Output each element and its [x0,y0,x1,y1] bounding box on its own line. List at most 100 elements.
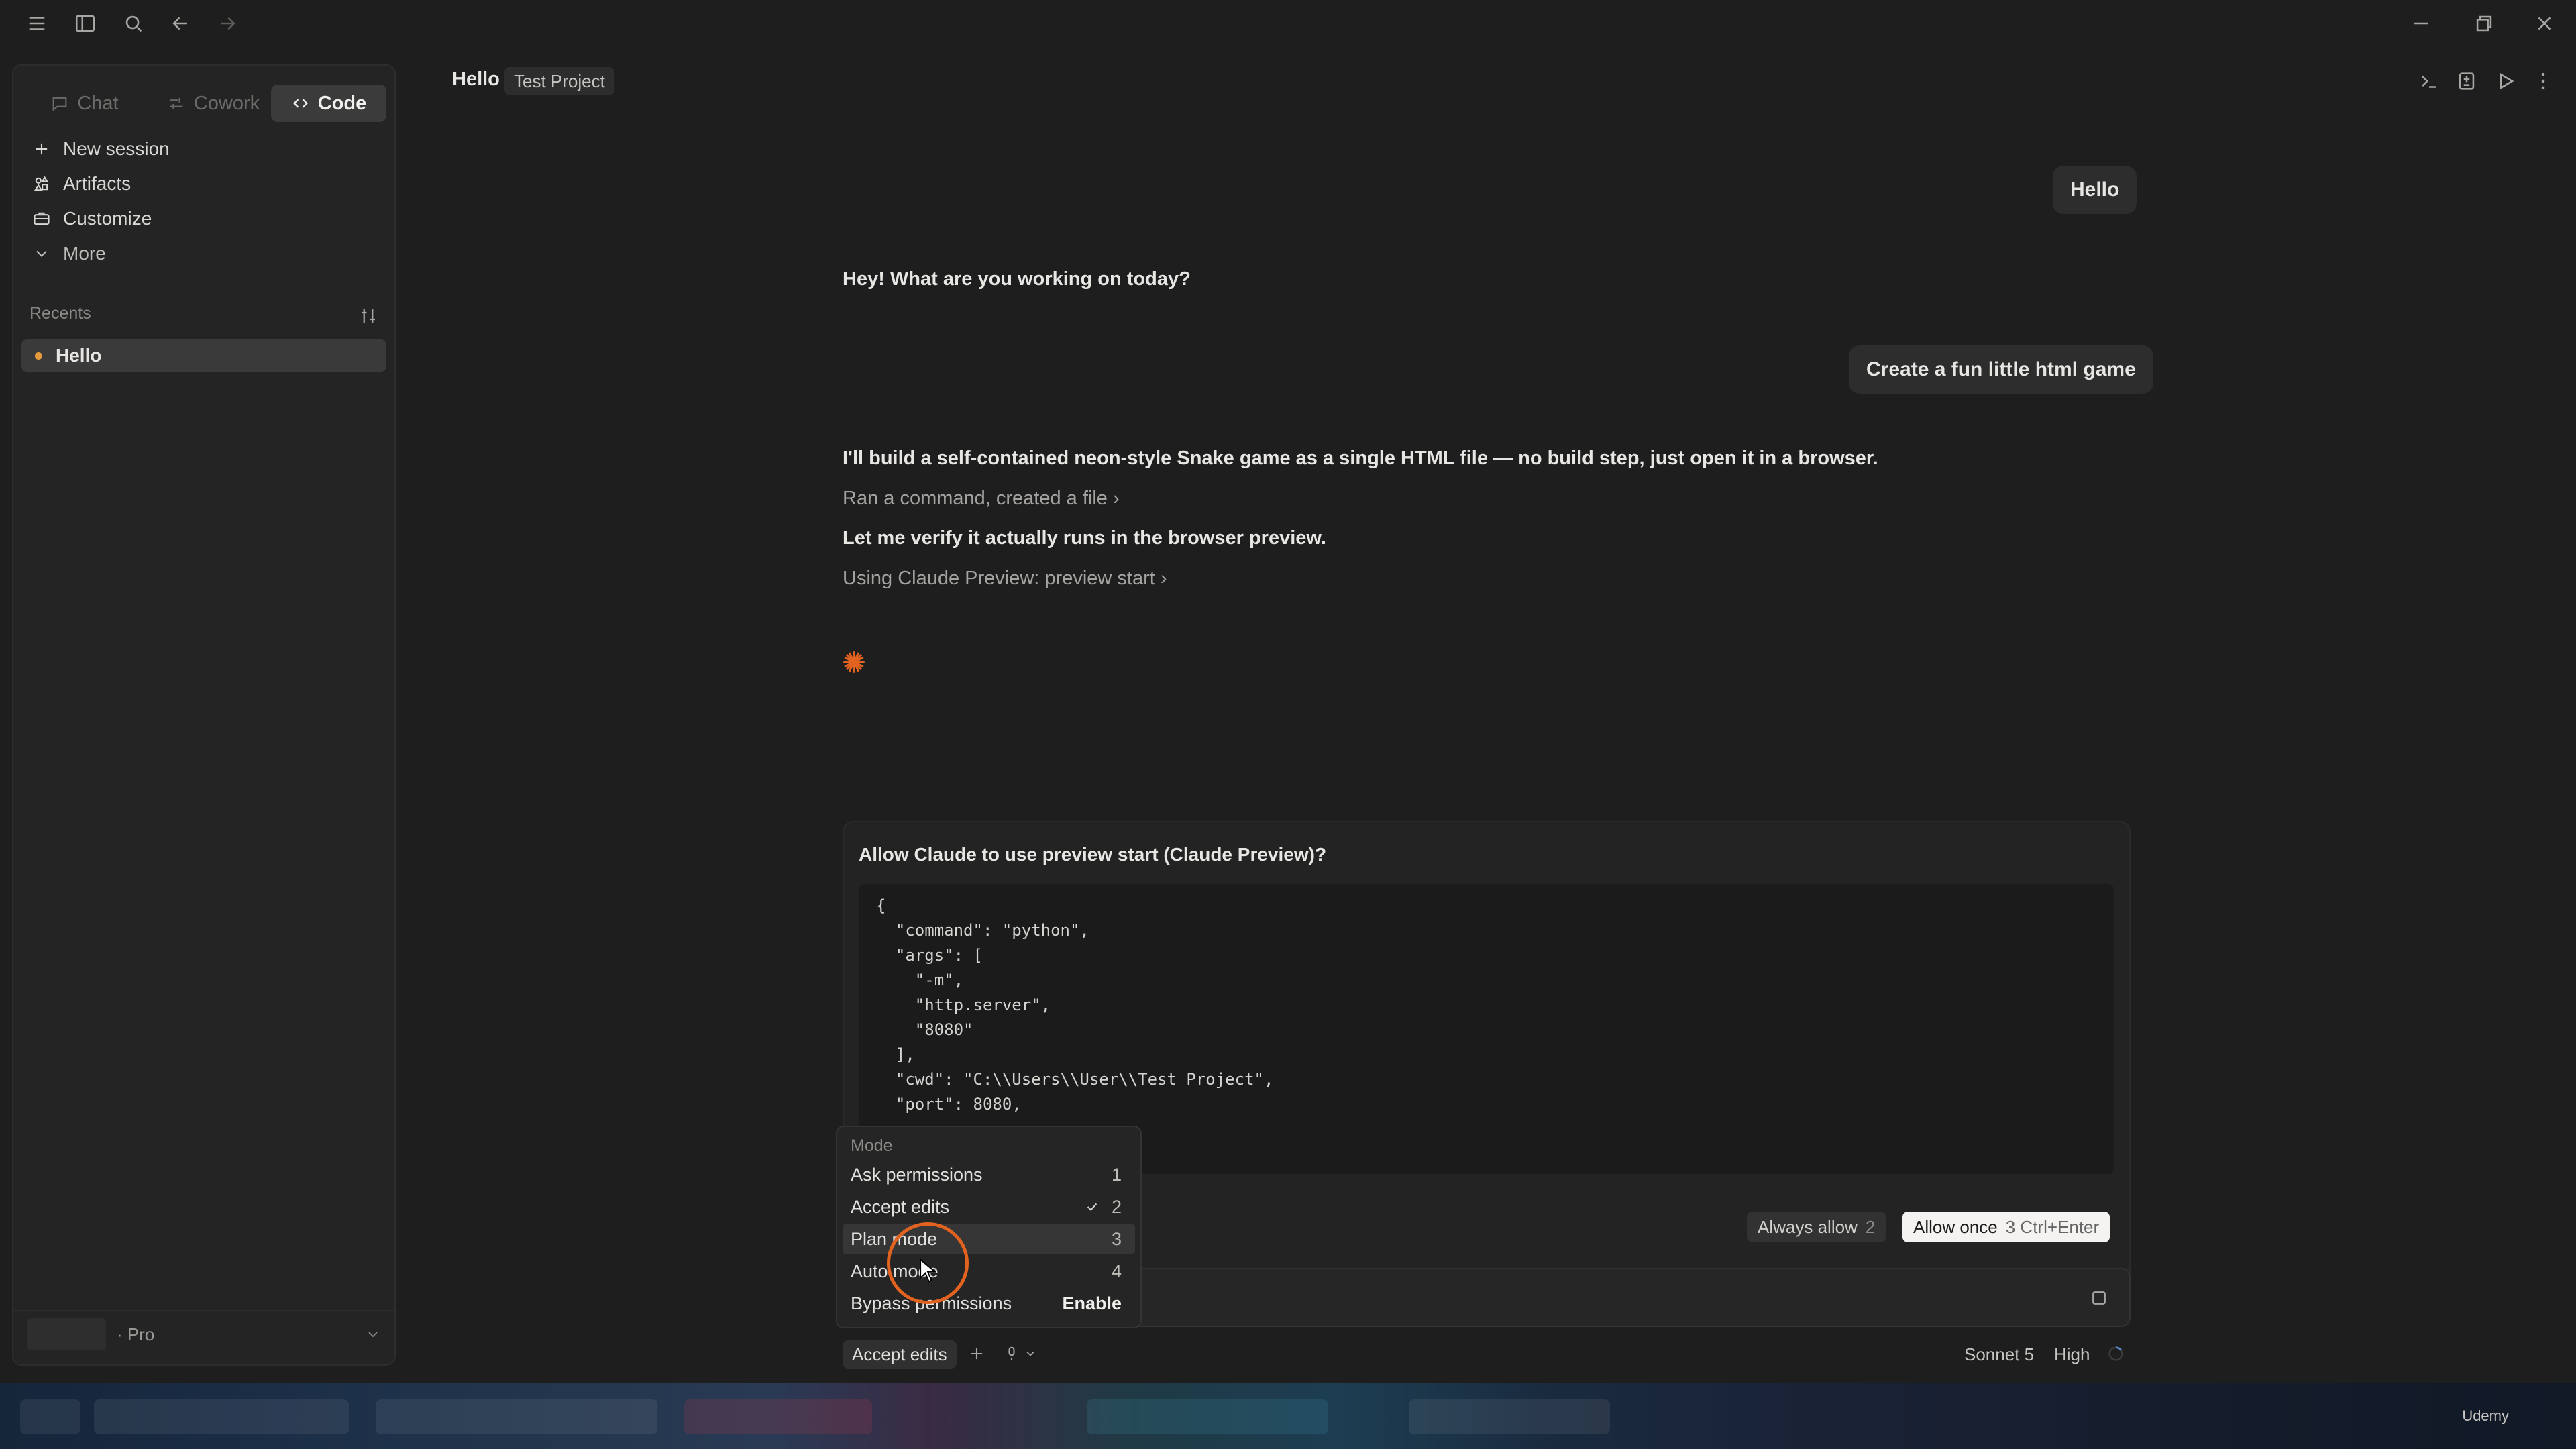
mode-item-accept-edits[interactable]: Accept edits 2 [843,1191,1135,1222]
mode-item-ask-permissions[interactable]: Ask permissions 1 [843,1159,1135,1190]
sidebar-item-label: More [63,243,106,264]
mode-item-plan-mode[interactable]: Plan mode 3 [843,1224,1135,1254]
mode-item-shortcut: 1 [1111,1164,1122,1185]
sidebar-item-artifacts[interactable]: Artifacts [32,169,131,199]
tool-summary-preview-start[interactable]: Using Claude Preview: preview start › [843,568,1167,590]
always-allow-label: Always allow [1758,1216,1858,1237]
assistant-message: Let me verify it actually runs in the br… [843,527,1326,549]
chevron-right-icon: › [1113,488,1120,509]
recent-session-item[interactable]: Hello [21,339,386,372]
taskbar-app-icon[interactable] [1409,1399,1610,1434]
mode-item-label: Accept edits [851,1196,950,1217]
toggle-sidebar-icon[interactable] [74,12,97,35]
permission-title: Allow Claude to use preview start (Claud… [859,844,1327,865]
assistant-message: Hey! What are you working on today? [843,268,1191,290]
user-message: Create a fun little html game [1849,345,2153,394]
code-icon [292,99,308,108]
sidebar-item-label: Customize [63,208,152,229]
stop-icon[interactable] [2089,1288,2109,1308]
close-icon[interactable] [2533,12,2556,35]
session-title[interactable]: Hello [452,68,500,91]
plus-icon [36,143,48,155]
plan-label: · Pro [117,1324,155,1344]
assistant-message: I'll build a self-contained neon-style S… [843,447,1878,469]
mode-dropdown-menu: Mode Ask permissions 1 Accept edits 2 Pl… [836,1126,1142,1328]
always-allow-button[interactable]: Always allow 2 [1747,1212,1886,1242]
allow-once-shortcut: 3 Ctrl+Enter [2005,1216,2100,1237]
code-line: "http.server", [876,996,1051,1014]
udemy-watermark: Udemy [2462,1407,2509,1424]
diff-panel-icon[interactable] [2455,70,2478,93]
hamburger-menu-icon[interactable] [25,12,48,35]
sidebar: Chat Cowork Code New session Artifacts C… [12,64,397,1366]
tool-summary-label: Using Claude Preview: preview start [843,568,1155,589]
restore-icon[interactable] [2473,12,2496,35]
taskbar-app-icon[interactable] [1087,1399,1328,1434]
sidebar-item-label: Artifacts [63,173,131,194]
code-line: ], [876,1045,915,1064]
code-line: { [876,896,886,915]
mode-item-shortcut: 2 [1111,1196,1122,1217]
forward-arrow-icon[interactable] [216,12,239,35]
user-message: Hello [2053,166,2137,214]
filter-icon[interactable] [358,306,378,326]
chat-bubble-icon [52,97,67,111]
mode-item-shortcut: 4 [1111,1260,1122,1281]
search-icon[interactable] [122,12,145,35]
session-status-dot [35,352,42,360]
chevron-down-icon [368,1332,378,1338]
taskbar-app-icon[interactable] [94,1399,349,1434]
os-taskbar: Udemy [0,1383,2576,1449]
chevron-right-icon: › [1160,568,1167,589]
tool-summary-ran-command[interactable]: Ran a command, created a file › [843,488,1120,510]
mode-item-bypass-permissions[interactable]: Bypass permissions Enable [843,1288,1135,1319]
code-line: "-m", [876,971,964,989]
mouse-cursor-icon [919,1258,936,1283]
effort-selector[interactable]: High [2054,1344,2090,1365]
code-line: "args": [ [876,946,983,965]
terminal-icon[interactable] [2418,70,2440,93]
more-options-icon[interactable] [2532,70,2555,93]
context-usage-ring-icon [2106,1344,2125,1363]
tab-chat[interactable]: Chat [27,85,142,122]
artifacts-icon [34,176,49,191]
chevron-down-icon [1026,1351,1034,1356]
checkmark-icon [1087,1203,1097,1212]
taskbar-app-icon[interactable] [20,1399,80,1434]
new-session-label: New session [63,138,170,159]
chevron-down-icon [36,250,47,257]
title-bar [0,0,2576,47]
allow-once-label: Allow once [1913,1216,1998,1237]
new-session-button[interactable]: New session [32,134,170,164]
minimize-icon[interactable] [2410,12,2432,35]
model-selector[interactable]: Sonnet 5 [1964,1344,2034,1365]
play-icon[interactable] [2494,70,2517,93]
mic-dropdown[interactable] [1002,1344,1037,1363]
allow-once-button[interactable]: Allow once 3 Ctrl+Enter [1902,1212,2110,1242]
tab-cowork[interactable]: Cowork [152,85,275,122]
sidebar-item-customize[interactable]: Customize [32,204,152,233]
cowork-icon [170,97,183,109]
code-line: "8080" [876,1020,973,1039]
account-menu[interactable]: · Pro [13,1310,397,1357]
mode-item-label: Ask permissions [851,1164,983,1185]
mode-item-shortcut: 3 [1111,1228,1122,1249]
code-line: "port": 8080, [876,1095,1022,1114]
recents-heading: Recents [30,304,91,323]
taskbar-app-icon[interactable] [684,1399,872,1434]
mic-icon [1008,1346,1015,1360]
enable-bypass-button[interactable]: Enable [1062,1293,1122,1314]
mode-menu-header: Mode [851,1136,893,1155]
project-badge[interactable]: Test Project [504,67,614,95]
tab-chat-label: Chat [77,92,119,114]
tool-summary-label: Ran a command, created a file [843,488,1108,509]
add-attachment-icon[interactable] [967,1344,986,1363]
tab-code-label: Code [317,92,367,114]
sidebar-item-more[interactable]: More [32,239,106,268]
permission-mode-selector[interactable]: Accept edits [843,1340,957,1368]
thinking-spinner-icon [841,649,867,675]
tab-code[interactable]: Code [271,85,386,122]
back-arrow-icon[interactable] [169,12,192,35]
taskbar-app-icon[interactable] [376,1399,657,1434]
always-allow-shortcut: 2 [1865,1216,1876,1237]
